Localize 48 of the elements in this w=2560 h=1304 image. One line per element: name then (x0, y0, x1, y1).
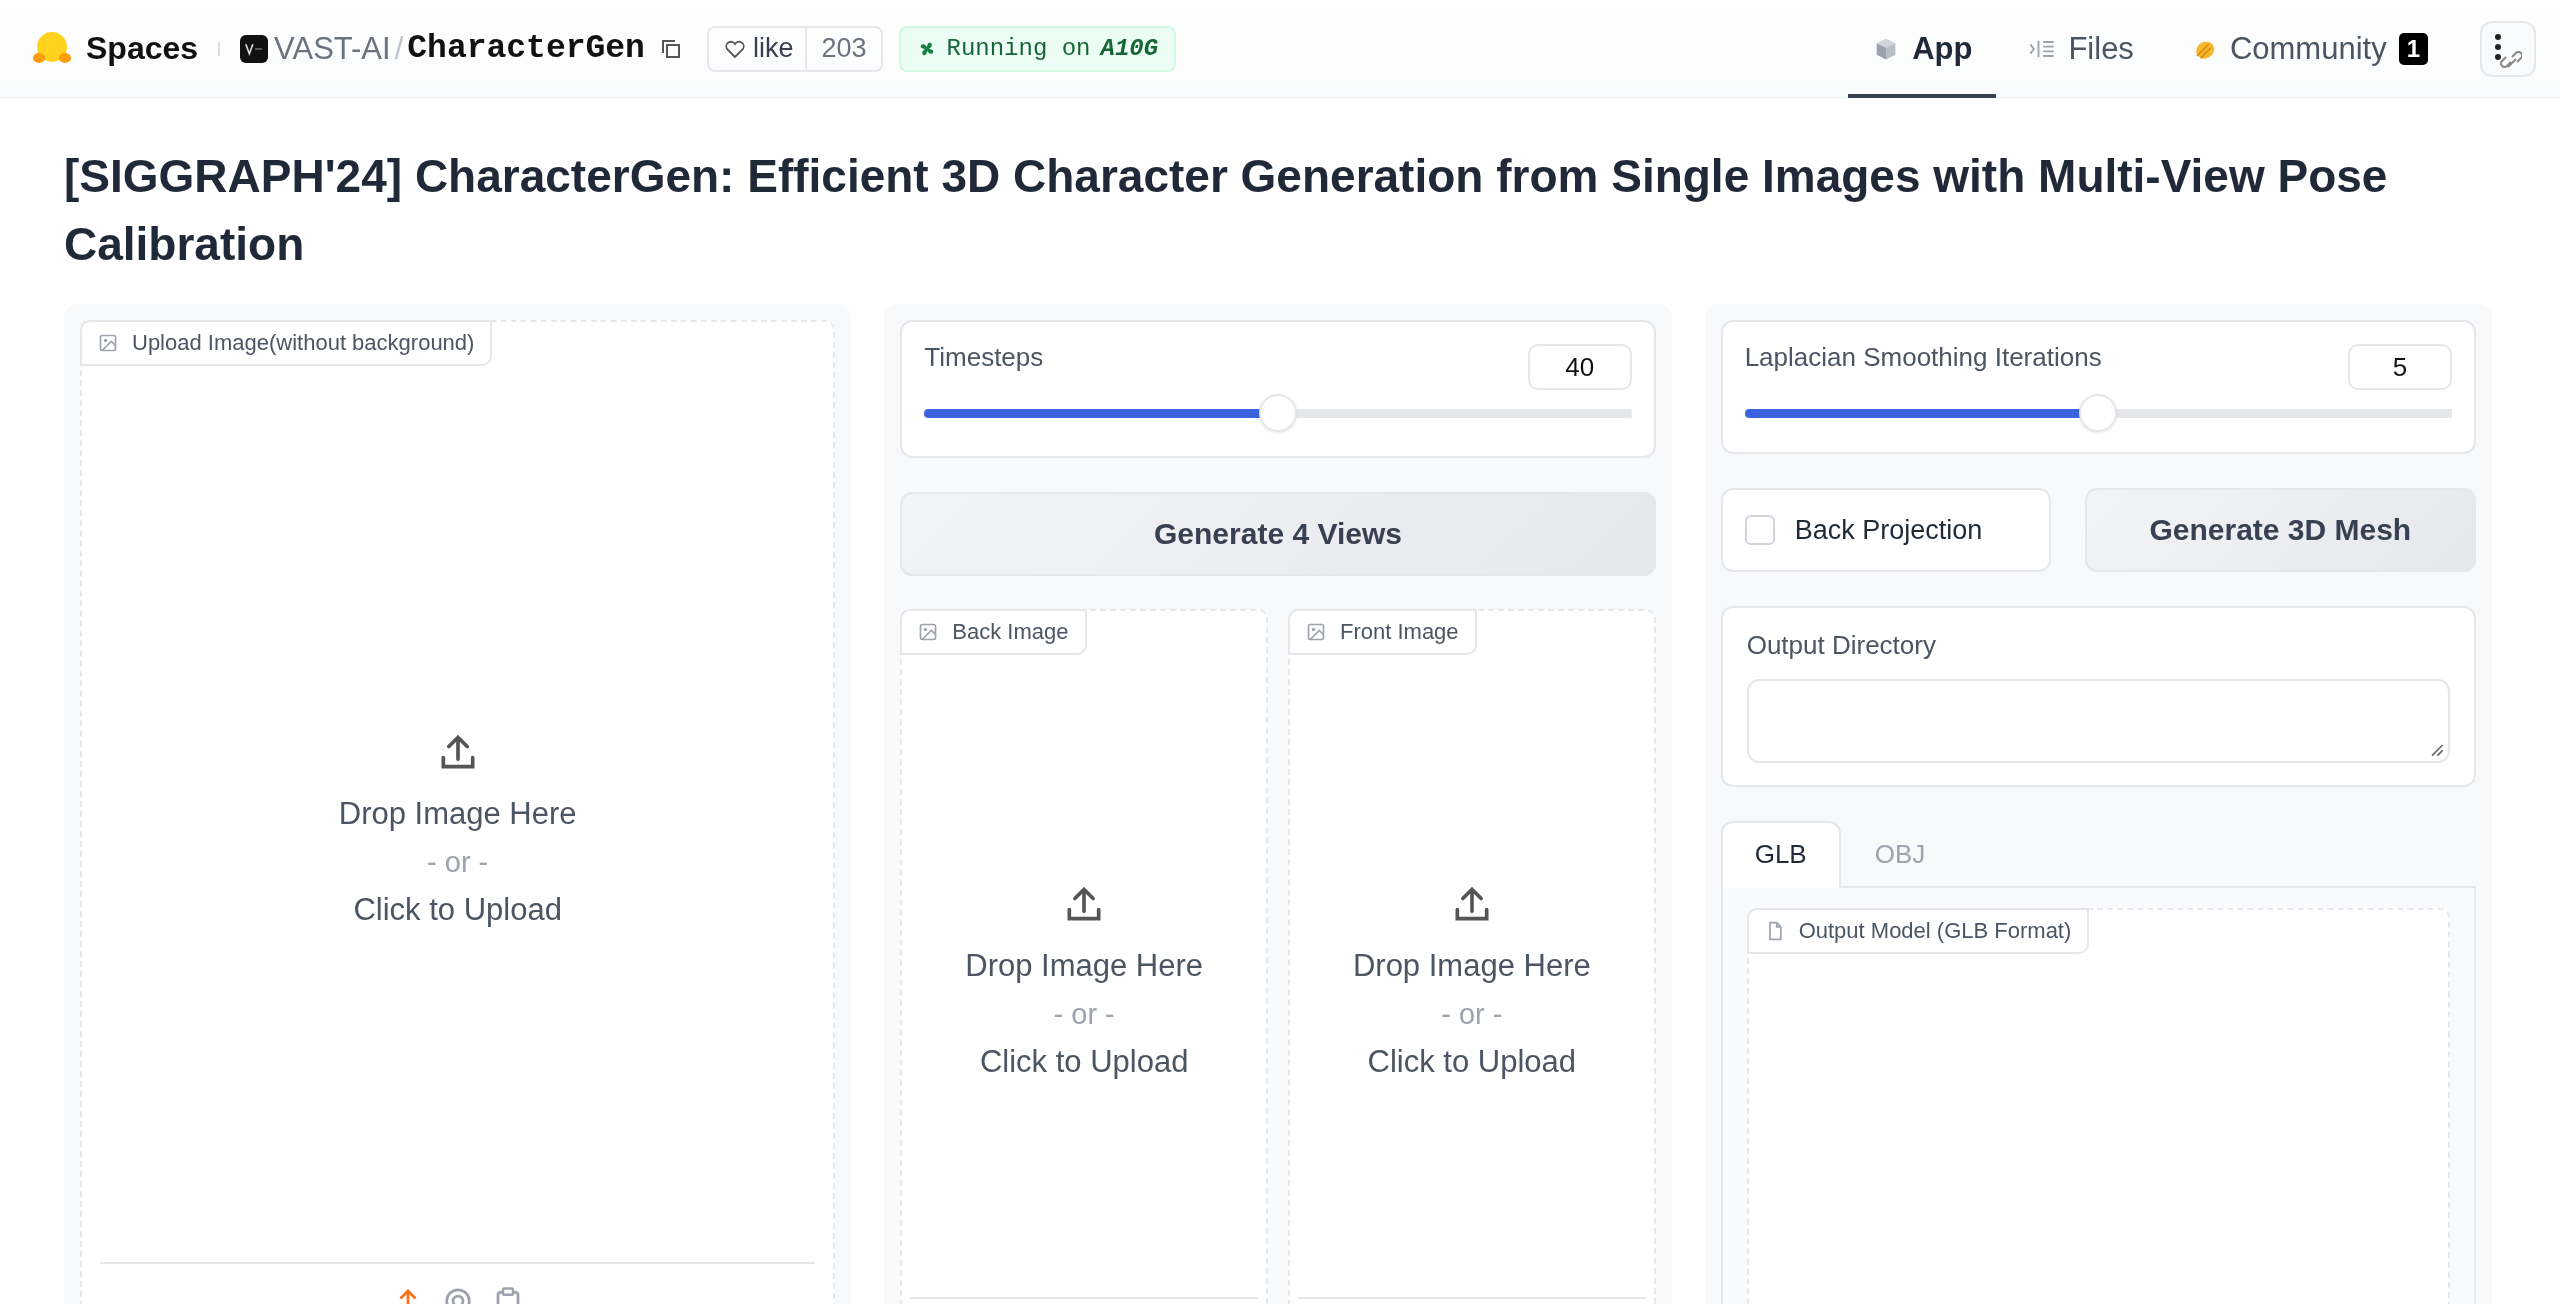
slider-label: Laplacian Smoothing Iterations (1744, 342, 2102, 373)
checkbox-label: Back Projection (1794, 514, 1983, 546)
drop-text: Drop Image Here (338, 795, 577, 833)
slider-label: Timesteps (924, 342, 1044, 373)
count-badge: 1 (2398, 32, 2428, 65)
status-text: Running on (946, 35, 1091, 62)
path-separator: / (394, 30, 404, 67)
field-label: Output Directory (1746, 630, 1937, 661)
format-tab[interactable]: GLB (1720, 821, 1841, 888)
generate-button[interactable]: Generate 4 Views (900, 492, 1656, 576)
image-icon (1306, 622, 1326, 642)
like-count: 203 (805, 27, 881, 70)
click-text: Click to Upload (979, 1043, 1189, 1081)
nav-tab[interactable]: Files (2004, 0, 2158, 98)
like-button[interactable]: like 203 (706, 25, 883, 72)
generate-button[interactable]: Generate 3D Mesh (2084, 488, 2476, 572)
number-field[interactable]: 5 (2348, 344, 2452, 390)
nav-tab[interactable]: Community 1 (2165, 0, 2452, 98)
image-upload-area[interactable]: Front Image Drop Image Here - or - Click to Upload (1288, 609, 1656, 1304)
or-text: - or - (1441, 997, 1503, 1032)
slider-thumb[interactable] (1259, 394, 1297, 432)
number-field[interactable]: 40 (1527, 344, 1632, 390)
checkbox[interactable] (1744, 515, 1775, 545)
click-text: Click to Upload (1367, 1043, 1577, 1081)
image-icon (918, 622, 939, 642)
page-title: [SIGGRAPH'24] CharacterGen: Efficient 3D Character Generation from Single Images with Multi-View Pose Calibration (64, 149, 2389, 272)
slider-thumb[interactable] (2079, 394, 2118, 432)
nav-tab[interactable]: App (1848, 0, 1997, 98)
drop-text: Drop Image Here (965, 947, 1204, 985)
or-text: - or - (427, 845, 489, 880)
click-text: Click to Upload (353, 891, 562, 929)
field-label: Front Image (1288, 609, 1477, 655)
or-text: - or - (1053, 997, 1115, 1032)
field-label: Upload Image(without background) (80, 320, 493, 366)
owner-link[interactable]: VAST-AI (274, 30, 391, 67)
image-upload-area[interactable]: Upload Image(without background) Drop Image Here - or - Click to Upload (80, 320, 836, 1304)
spaces-link[interactable]: Spaces (86, 30, 199, 67)
hardware-label: A10G (1100, 35, 1159, 62)
more-button[interactable] (2480, 20, 2536, 77)
more-icon (2494, 32, 2522, 71)
like-label: like (752, 33, 795, 64)
repo-name[interactable]: CharacterGen (407, 30, 645, 67)
field-label: Output Model (GLB Format) (1746, 908, 2090, 954)
field-label: Back Image (900, 609, 1087, 655)
image-icon (98, 333, 118, 353)
image-upload-area[interactable]: Back Image Drop Image Here - or - Click to Upload (900, 609, 1268, 1304)
drop-text: Drop Image Here (1352, 947, 1591, 985)
org-logo-icon (240, 34, 269, 63)
